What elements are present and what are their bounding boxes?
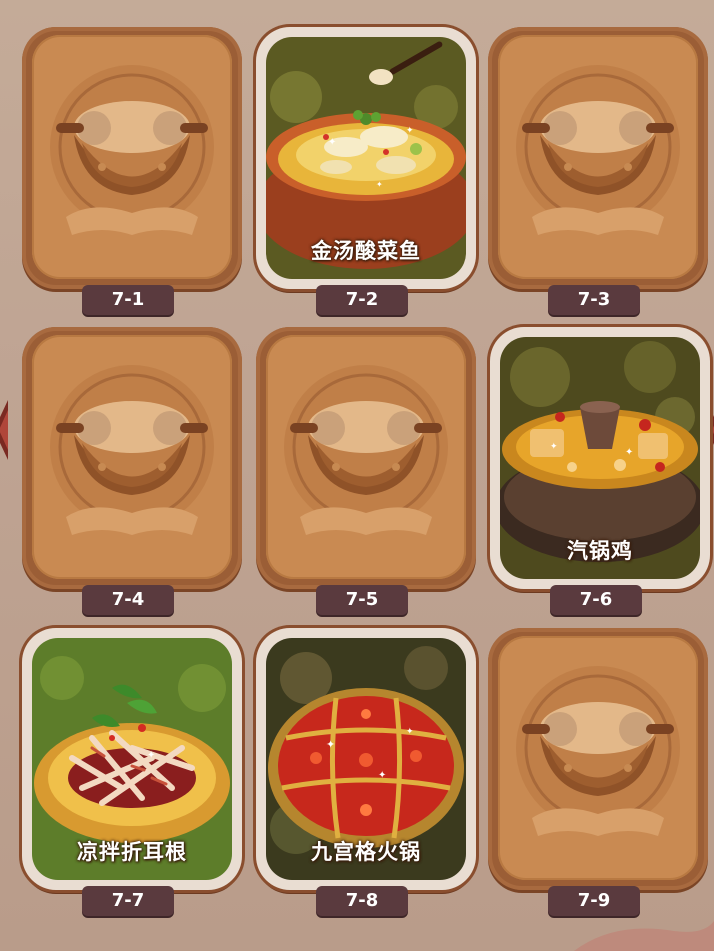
locked-card[interactable] — [22, 327, 242, 589]
level-cell-7-6[interactable]: ✦ ✦ 汽锅鸡 7-6 — [490, 327, 710, 617]
level-number-tag: 7-4 — [82, 585, 174, 615]
level-cell-7-9[interactable]: 7-9 — [488, 628, 708, 918]
dish-art: ✦ ✦ ✦ 金汤酸菜鱼 — [266, 37, 466, 279]
svg-text:✦: ✦ — [550, 442, 558, 452]
svg-text:✦: ✦ — [326, 738, 335, 751]
svg-text:✦: ✦ — [147, 750, 155, 761]
locked-pot-icon — [516, 65, 680, 235]
dish-card[interactable]: ✦ ✦ ✦ 金汤酸菜鱼 — [256, 27, 476, 289]
locked-pot-icon — [284, 365, 448, 535]
locked-pot-icon — [516, 666, 680, 836]
level-cell-7-8[interactable]: ✦ ✦ ✦ 九宫格火锅 7-8 — [256, 628, 476, 918]
level-number-tag: 7-6 — [550, 585, 642, 615]
dish-card[interactable]: ✦ ✦ 汽锅鸡 — [490, 327, 710, 589]
level-number-tag: 7-2 — [316, 285, 408, 315]
dish-name: 九宫格火锅 — [311, 840, 421, 864]
locked-pot-icon — [50, 365, 214, 535]
svg-text:✦: ✦ — [376, 180, 383, 189]
level-cell-7-3[interactable]: 7-3 — [488, 27, 708, 317]
level-number-tag: 7-7 — [82, 886, 174, 916]
level-number-tag: 7-5 — [316, 585, 408, 615]
dish-card[interactable]: ✦ 凉拌折耳根 — [22, 628, 242, 890]
locked-card[interactable] — [488, 628, 708, 890]
level-number-tag: 7-8 — [316, 886, 408, 916]
svg-text:✦: ✦ — [406, 126, 414, 136]
dish-art: ✦ ✦ 汽锅鸡 — [500, 337, 700, 579]
locked-pot-icon — [50, 65, 214, 235]
dish-card[interactable]: ✦ ✦ ✦ 九宫格火锅 — [256, 628, 476, 890]
level-number-tag: 7-3 — [548, 285, 640, 315]
level-grid: 7-1 ✦ ✦ ✦ 金汤酸菜鱼 7-2 7-3 7-4 7-5 ✦ ✦ 汽锅鸡 … — [0, 0, 714, 951]
level-cell-7-4[interactable]: 7-4 — [22, 327, 242, 617]
level-cell-7-2[interactable]: ✦ ✦ ✦ 金汤酸菜鱼 7-2 — [256, 27, 476, 317]
level-cell-7-7[interactable]: ✦ 凉拌折耳根 7-7 — [22, 628, 242, 918]
svg-text:✦: ✦ — [625, 447, 633, 458]
locked-card[interactable] — [256, 327, 476, 589]
svg-text:✦: ✦ — [406, 727, 414, 737]
svg-text:✦: ✦ — [328, 137, 336, 148]
level-cell-7-1[interactable]: 7-1 — [22, 27, 242, 317]
level-number-tag: 7-1 — [82, 285, 174, 315]
level-cell-7-5[interactable]: 7-5 — [256, 327, 476, 617]
dish-name: 金汤酸菜鱼 — [311, 239, 421, 263]
locked-card[interactable] — [22, 27, 242, 289]
dish-name: 汽锅鸡 — [567, 539, 633, 563]
dish-name: 凉拌折耳根 — [77, 840, 187, 864]
svg-text:✦: ✦ — [378, 770, 386, 781]
locked-card[interactable] — [488, 27, 708, 289]
dish-art: ✦ 凉拌折耳根 — [32, 638, 232, 880]
dish-art: ✦ ✦ ✦ 九宫格火锅 — [266, 638, 466, 880]
decorative-brush-stroke — [574, 921, 714, 951]
